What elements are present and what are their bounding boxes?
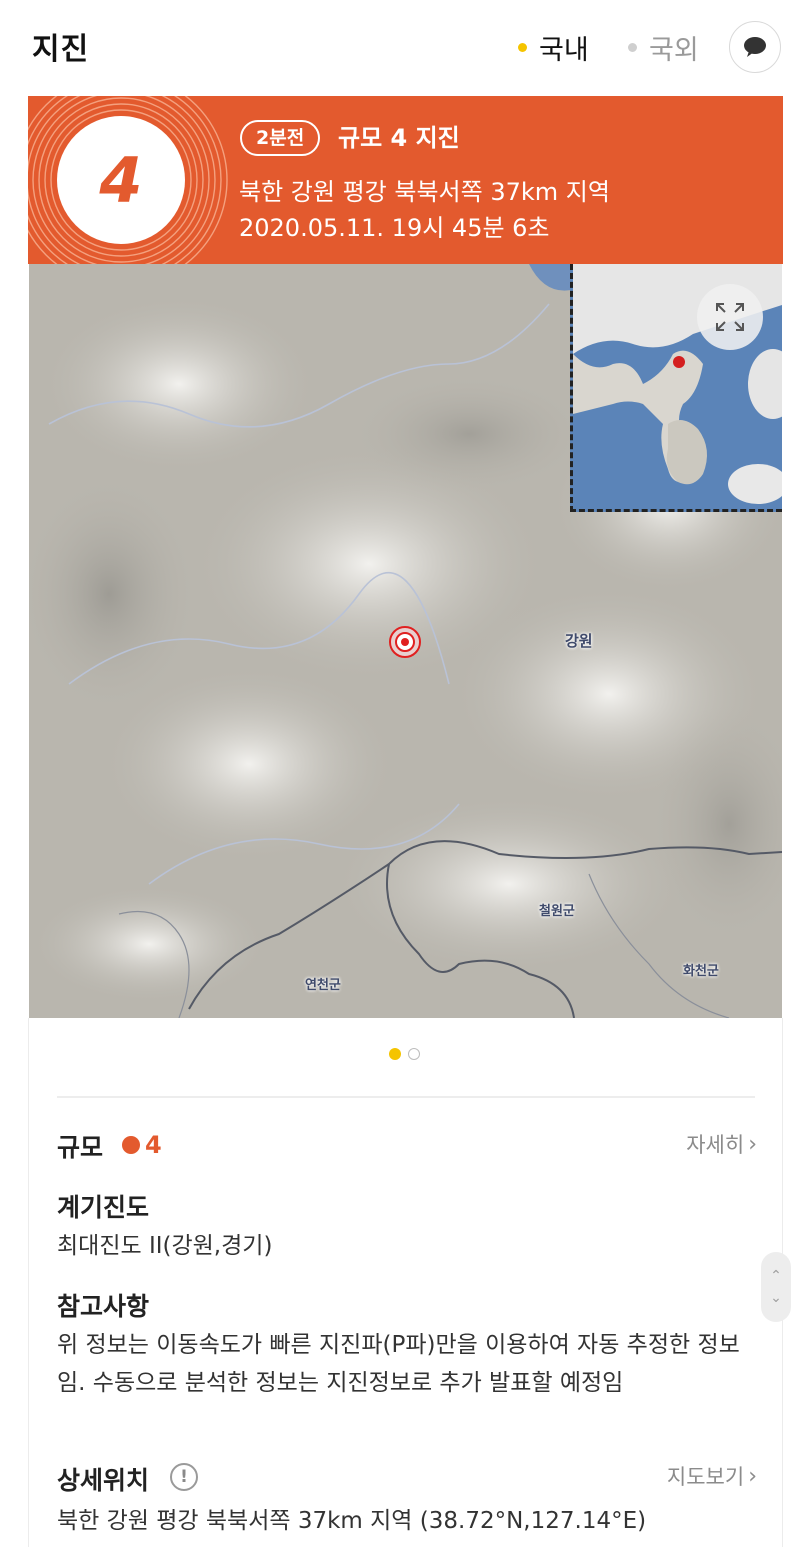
magnitude-circle: 4 — [57, 116, 185, 244]
details-link-label: 자세히 — [686, 1133, 745, 1157]
tab-foreign-label: 국외 — [649, 35, 699, 66]
details-link[interactable]: 자세히 › — [686, 1129, 757, 1159]
magnitude-value: 4 — [122, 1131, 162, 1159]
scroll-widget[interactable]: ⌃ ⌄ — [761, 1252, 791, 1322]
alert-location: 북한 강원 평강 북북서쪽 37km 지역 — [239, 178, 610, 206]
header: 지진 국내 국외 — [0, 0, 809, 96]
map-label-hwacheon: 화천군 — [683, 964, 719, 979]
tab-foreign[interactable]: 국외 — [628, 28, 699, 67]
page-dot-active[interactable] — [389, 1048, 401, 1060]
intensity-value: 최대진도 II(강원,경기) — [57, 1233, 273, 1259]
chevron-right-icon: › — [748, 1131, 757, 1157]
info-icon[interactable]: ! — [170, 1463, 198, 1491]
location-value: 북한 강원 평강 북북서쪽 37km 지역 (38.72°N,127.14°E) — [57, 1508, 647, 1534]
epicenter-marker — [389, 626, 421, 658]
view-map-link[interactable]: 지도보기 › — [667, 1461, 757, 1491]
page-title: 지진 — [32, 32, 90, 67]
notes-value: 위 정보는 이동속도가 빠른 지진파(P파)만을 이용하여 자동 추정한 정보임… — [57, 1332, 740, 1396]
map-label-yeoncheon: 연천군 — [305, 978, 341, 993]
magnitude-title: 규모 — [57, 1133, 104, 1162]
expand-map-button[interactable] — [697, 284, 763, 350]
earthquake-alert-banner[interactable]: 4 2분전 규모 4 지진 북한 강원 평강 북북서쪽 37km 지역 2020… — [28, 96, 783, 264]
magnitude-dot — [122, 1136, 140, 1154]
chat-button[interactable] — [729, 21, 781, 73]
expand-icon — [716, 303, 744, 331]
alert-headline: 규모 4 지진 — [338, 124, 460, 152]
alert-datetime: 2020.05.11. 19시 45분 6초 — [239, 214, 550, 242]
intensity-title: 계기진도 — [57, 1193, 150, 1222]
tab-domestic[interactable]: 국내 — [518, 28, 589, 67]
location-title: 상세위치 — [57, 1466, 150, 1495]
time-ago-badge: 2분전 — [240, 120, 321, 156]
map-pager[interactable] — [389, 1048, 420, 1060]
magnitude-value-text: 4 — [145, 1131, 162, 1159]
page-dot[interactable] — [408, 1048, 420, 1060]
chevron-up-icon[interactable]: ⌃ — [770, 1268, 782, 1284]
chevron-down-icon[interactable]: ⌄ — [770, 1290, 782, 1306]
view-map-link-label: 지도보기 — [666, 1465, 745, 1489]
epicenter-map[interactable]: 강원 철원군 연천군 화천군 — [29, 264, 782, 1018]
inactive-dot — [628, 43, 637, 52]
map-label-gangwon: 강원 — [565, 632, 593, 650]
notes-title: 참고사항 — [57, 1292, 150, 1321]
map-label-cheorwon: 철원군 — [539, 904, 575, 919]
divider — [57, 1096, 755, 1098]
tab-domestic-label: 국내 — [539, 35, 589, 66]
magnitude-number: 4 — [99, 143, 143, 217]
chevron-right-icon: › — [748, 1463, 757, 1489]
speech-bubble-icon — [744, 37, 766, 57]
active-dot — [518, 43, 527, 52]
